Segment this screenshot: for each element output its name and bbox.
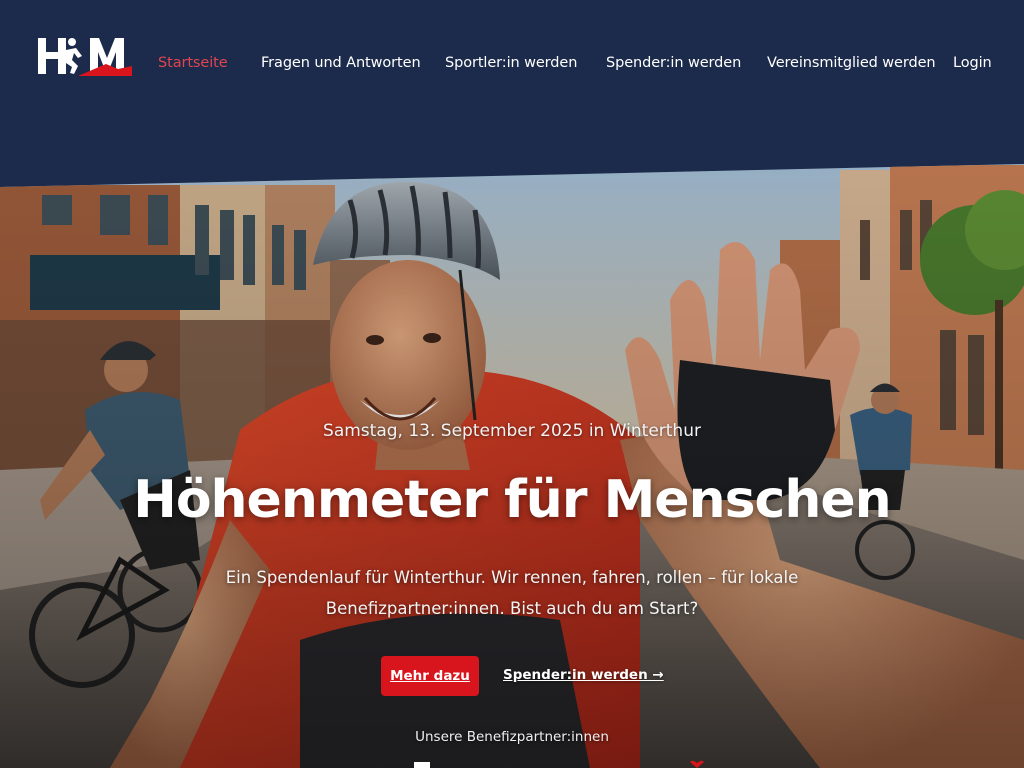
nav-item-sportler-werden[interactable]: Sportler:in werden: [445, 55, 577, 71]
spender-werden-link[interactable]: Spender:in werden →: [503, 667, 664, 683]
main-navigation: Startseite Fragen und Antworten Sportler…: [0, 55, 1024, 75]
partners-heading: Unsere Benefizpartner:innen: [415, 729, 609, 745]
hero-headline: Höhenmeter für Menschen: [133, 470, 891, 530]
event-date: Samstag, 13. September 2025 in Winterthu…: [323, 421, 701, 441]
partner-logo[interactable]: [414, 762, 430, 768]
nav-item-spender-werden[interactable]: Spender:in werden: [606, 55, 741, 71]
nav-item-login[interactable]: Login: [953, 55, 992, 71]
mehr-dazu-button[interactable]: Mehr dazu: [381, 656, 479, 696]
nav-item-vereinsmitglied-werden[interactable]: Vereinsmitglied werden: [767, 55, 936, 71]
heart-icon[interactable]: [688, 760, 706, 768]
nav-item-fragen-und-antworten[interactable]: Fragen und Antworten: [261, 55, 421, 71]
nav-item-startseite[interactable]: Startseite: [158, 55, 228, 71]
hero-lead: Ein Spendenlauf für Winterthur. Wir renn…: [225, 568, 799, 618]
